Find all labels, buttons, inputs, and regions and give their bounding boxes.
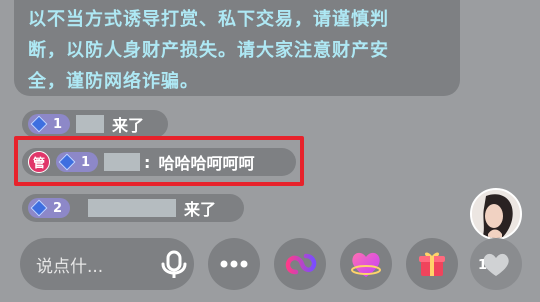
link-icon xyxy=(285,253,317,275)
chat-message-join-2[interactable]: 2 来了 xyxy=(22,194,244,222)
username-redacted xyxy=(88,199,177,217)
join-text: 来了 xyxy=(184,200,217,219)
diamond-icon xyxy=(30,199,48,217)
join-text: 来了 xyxy=(112,116,145,135)
mic-icon[interactable] xyxy=(154,244,194,284)
username-redacted xyxy=(76,115,105,133)
more-icon xyxy=(220,260,248,268)
user-level-badge: 2 xyxy=(28,198,71,218)
chat-message-join-1[interactable]: 1 来了 xyxy=(22,110,168,138)
notice-line-2: 断，以防人身财产损失。请大家注意财产安 xyxy=(28,40,389,61)
diamond-icon xyxy=(30,115,48,133)
fan-club-button[interactable] xyxy=(340,238,392,290)
highlight-box xyxy=(14,136,304,186)
avatar-portrait-icon xyxy=(472,190,520,238)
link-mic-button[interactable] xyxy=(274,238,326,290)
notice-line-1: 以不当方式诱导打赏、私下交易，请谨慎判 xyxy=(28,9,389,30)
system-notice: 以不当方式诱导打赏、私下交易，请谨慎判 断，以防人身财产损失。请大家注意财产安 … xyxy=(14,0,460,96)
heart-gift-icon xyxy=(351,252,381,277)
comment-placeholder: 说点什... xyxy=(36,256,104,277)
user-level: 1 xyxy=(53,116,63,132)
user-level: 2 xyxy=(53,200,63,216)
notice-line-3: 全，谨防网络诈骗。 xyxy=(28,71,199,92)
more-button[interactable] xyxy=(208,238,260,290)
gift-button[interactable] xyxy=(406,238,458,290)
bottom-toolbar: 说点什... xyxy=(0,238,540,302)
user-level-badge: 1 xyxy=(28,114,71,134)
gift-box-icon xyxy=(419,252,445,276)
comment-input[interactable]: 说点什... xyxy=(20,238,194,290)
like-count: 1 xyxy=(478,258,488,273)
streamer-avatar[interactable] xyxy=(470,188,522,240)
